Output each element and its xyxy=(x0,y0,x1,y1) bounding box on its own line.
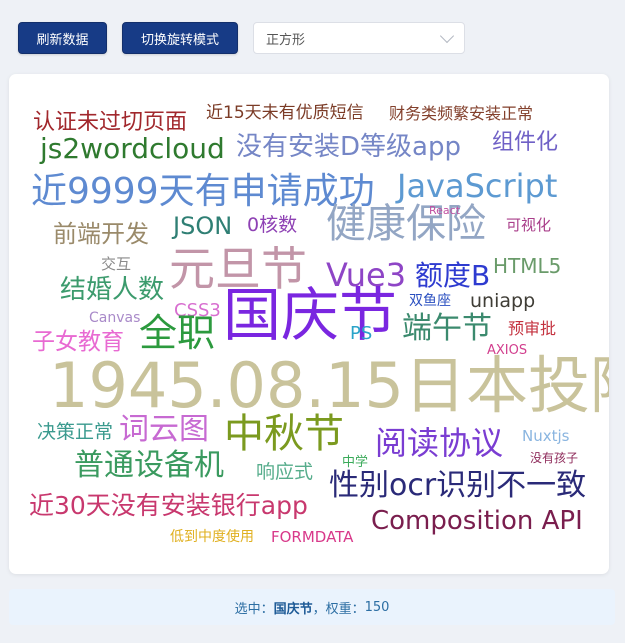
refresh-data-button[interactable]: 刷新数据 xyxy=(18,22,107,54)
wordcloud-word[interactable]: FORMDATA xyxy=(271,530,353,545)
selection-separator: ，权重： xyxy=(312,601,365,617)
wordcloud-word[interactable]: React xyxy=(429,205,460,216)
wordcloud-word[interactable]: js2wordcloud xyxy=(40,135,225,163)
wordcloud-card: 认证未过切页面 近15天未有优质短信 财务类频繁安装正常 js2wordcloud 没有… xyxy=(9,74,609,574)
wordcloud-word[interactable]: 交互 xyxy=(101,257,131,272)
wordcloud-word[interactable]: 性别ocr识别不一致 xyxy=(329,471,586,501)
wordcloud-word[interactable]: 可视化 xyxy=(506,218,551,233)
wordcloud-word[interactable]: HTML5 xyxy=(493,256,561,276)
wordcloud-word[interactable]: 全职 xyxy=(139,314,215,352)
wordcloud-word[interactable]: 组件化 xyxy=(492,132,558,154)
shape-select-value: 正方形 xyxy=(266,32,306,48)
wordcloud-word[interactable]: 前端开发 xyxy=(53,222,149,246)
wordcloud-word[interactable]: 近9999天有申请成功 xyxy=(31,174,375,210)
selected-word-name: 国庆节 xyxy=(273,601,313,617)
toggle-rotation-mode-button[interactable]: 切换旋转模式 xyxy=(122,22,238,54)
wordcloud-word[interactable]: 1945.08.15日本投降 xyxy=(49,355,609,417)
wordcloud-word[interactable]: 结婚人数 xyxy=(60,277,164,303)
wordcloud-word[interactable]: 额度B xyxy=(415,262,490,290)
wordcloud-word[interactable]: 认证未过切页面 xyxy=(33,112,187,134)
wordcloud-word[interactable]: 近30天没有安装银行app xyxy=(29,493,308,518)
wordcloud-word[interactable]: Nuxtjs xyxy=(522,429,569,444)
selected-word-weight: 150 xyxy=(364,599,390,615)
wordcloud-word[interactable]: 没有孩子 xyxy=(530,452,578,464)
wordcloud-word[interactable]: 中秋节 xyxy=(224,414,344,454)
wordcloud-word[interactable]: 决策正常 xyxy=(37,423,113,442)
wordcloud-word[interactable]: 近15天未有优质短信 xyxy=(206,105,364,122)
wordcloud-word[interactable]: 普通设备机 xyxy=(74,451,224,481)
selection-prefix: 选中： xyxy=(234,601,274,617)
wordcloud-word[interactable]: Canvas xyxy=(89,311,140,325)
wordcloud-word[interactable]: 响应式 xyxy=(256,463,313,482)
wordcloud-word[interactable]: 健康保险 xyxy=(326,204,486,244)
wordcloud-word[interactable]: JSON xyxy=(173,214,232,238)
wordcloud-word[interactable]: 端午节 xyxy=(402,314,492,344)
wordcloud-word[interactable]: 预审批 xyxy=(508,321,556,337)
wordcloud-word[interactable]: 没有安装D等级app xyxy=(236,134,461,160)
wordcloud-word[interactable]: 双鱼座 xyxy=(409,294,451,308)
wordcloud-word[interactable]: 低到中度使用 xyxy=(170,530,254,544)
wordcloud-word[interactable]: 0核数 xyxy=(247,216,297,235)
selection-status-bar: 选中： 国庆节 ，权重： 150 xyxy=(9,589,615,625)
wordcloud-word[interactable]: PS xyxy=(350,325,372,343)
toolbar: 刷新数据 切换旋转模式 正方形 xyxy=(18,22,465,54)
wordcloud-word[interactable]: uniapp xyxy=(470,292,535,311)
wordcloud-word[interactable]: Composition API xyxy=(371,508,583,534)
wordcloud-word[interactable]: 财务类频繁安装正常 xyxy=(389,106,533,122)
shape-select[interactable]: 正方形 xyxy=(253,22,465,54)
wordcloud-word[interactable]: 词云图 xyxy=(119,415,209,445)
wordcloud-word[interactable]: JavaScript xyxy=(397,170,557,202)
wordcloud-word[interactable]: 阅读协议 xyxy=(375,427,503,459)
chevron-down-icon xyxy=(439,28,455,43)
